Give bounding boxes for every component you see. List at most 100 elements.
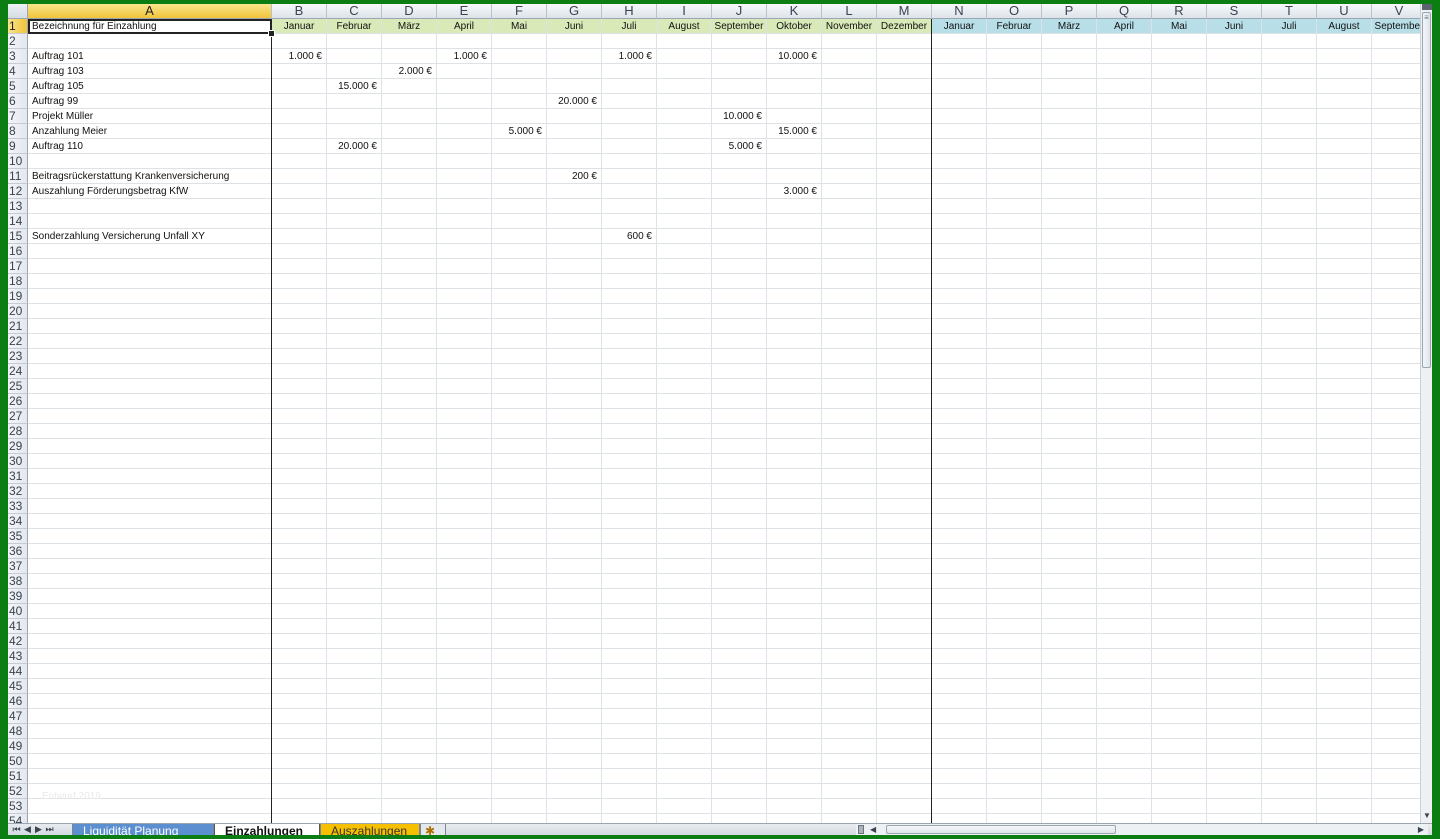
grid-cell[interactable]	[1042, 154, 1097, 169]
grid-cell[interactable]	[437, 649, 492, 664]
grid-cell[interactable]	[1042, 559, 1097, 574]
grid-cell[interactable]	[492, 709, 547, 724]
grid-cell[interactable]	[602, 259, 657, 274]
grid-cell[interactable]	[1372, 94, 1420, 109]
grid-cell[interactable]	[932, 724, 987, 739]
grid-cell[interactable]	[767, 784, 822, 799]
grid-cell[interactable]	[492, 64, 547, 79]
grid-cell[interactable]	[657, 604, 712, 619]
grid-cell[interactable]	[1042, 439, 1097, 454]
grid-cell[interactable]	[1262, 439, 1317, 454]
grid-cell[interactable]	[437, 739, 492, 754]
grid-cell[interactable]	[1207, 334, 1262, 349]
grid-cell[interactable]	[437, 229, 492, 244]
grid-cell[interactable]	[657, 409, 712, 424]
grid-cell[interactable]	[1207, 184, 1262, 199]
grid-cell[interactable]	[272, 229, 327, 244]
grid-cell[interactable]	[327, 754, 382, 769]
grid-cell[interactable]	[437, 334, 492, 349]
grid-cell[interactable]	[272, 694, 327, 709]
grid-cell[interactable]	[1317, 364, 1372, 379]
grid-cell[interactable]	[712, 229, 767, 244]
grid-cell[interactable]	[657, 499, 712, 514]
grid-cell[interactable]	[712, 244, 767, 259]
grid-cell[interactable]	[602, 94, 657, 109]
grid-cell[interactable]	[1207, 79, 1262, 94]
grid-cell[interactable]	[437, 814, 492, 823]
grid-cell[interactable]	[822, 94, 877, 109]
grid-cell[interactable]	[437, 559, 492, 574]
grid-cell[interactable]	[1262, 799, 1317, 814]
grid-cell[interactable]	[877, 724, 932, 739]
grid-cell[interactable]	[602, 154, 657, 169]
grid-cell[interactable]	[822, 229, 877, 244]
grid-cell[interactable]	[547, 784, 602, 799]
grid-cell[interactable]	[767, 469, 822, 484]
grid-cell[interactable]	[987, 229, 1042, 244]
grid-cell[interactable]	[1317, 574, 1372, 589]
grid-cell[interactable]	[547, 259, 602, 274]
grid-cell[interactable]	[547, 679, 602, 694]
grid-cell[interactable]	[767, 289, 822, 304]
grid-cell[interactable]	[437, 424, 492, 439]
grid-cell[interactable]	[877, 169, 932, 184]
row-header[interactable]: 42	[8, 634, 28, 649]
grid-cell[interactable]	[1262, 619, 1317, 634]
grid-cell[interactable]	[932, 109, 987, 124]
grid-cell[interactable]	[547, 754, 602, 769]
grid-cell[interactable]	[987, 199, 1042, 214]
grid-cell[interactable]	[1152, 379, 1207, 394]
scroll-down-icon[interactable]: ▼	[1422, 811, 1432, 821]
grid-cell[interactable]	[987, 79, 1042, 94]
grid-cell[interactable]	[657, 724, 712, 739]
grid-cell[interactable]	[657, 589, 712, 604]
row-header[interactable]: 46	[8, 694, 28, 709]
grid-cell[interactable]	[822, 349, 877, 364]
grid-cell[interactable]	[877, 799, 932, 814]
grid-cell[interactable]	[1042, 49, 1097, 64]
row-header[interactable]: 48	[8, 724, 28, 739]
grid-cell[interactable]	[1207, 349, 1262, 364]
grid-cell[interactable]	[1042, 754, 1097, 769]
grid-cell[interactable]	[822, 499, 877, 514]
grid-cell[interactable]	[712, 169, 767, 184]
grid-cell[interactable]	[382, 139, 437, 154]
grid-cell[interactable]	[437, 769, 492, 784]
grid-cell[interactable]	[28, 649, 272, 664]
grid-cell[interactable]	[1207, 274, 1262, 289]
grid-cell[interactable]	[1042, 64, 1097, 79]
grid-cell[interactable]	[987, 799, 1042, 814]
grid-cell[interactable]	[547, 124, 602, 139]
grid-cell[interactable]	[1207, 679, 1262, 694]
grid-cell[interactable]	[272, 139, 327, 154]
grid-cell[interactable]	[327, 634, 382, 649]
grid-cell[interactable]	[1207, 169, 1262, 184]
grid-cell[interactable]	[1152, 619, 1207, 634]
grid-cell[interactable]	[877, 319, 932, 334]
grid-cell[interactable]	[767, 694, 822, 709]
grid-cell[interactable]	[657, 49, 712, 64]
grid-cell[interactable]	[1097, 799, 1152, 814]
grid-cell[interactable]	[1152, 769, 1207, 784]
grid-cell[interactable]	[28, 424, 272, 439]
grid-cell[interactable]	[1042, 484, 1097, 499]
grid-cell[interactable]	[602, 109, 657, 124]
grid-cell[interactable]	[382, 349, 437, 364]
grid-cell[interactable]	[877, 304, 932, 319]
grid-cell[interactable]	[1372, 514, 1420, 529]
grid-cell[interactable]	[1207, 394, 1262, 409]
grid-cell[interactable]	[1207, 649, 1262, 664]
grid-cell[interactable]	[327, 229, 382, 244]
grid-cell[interactable]	[1152, 469, 1207, 484]
grid-cell[interactable]	[602, 199, 657, 214]
grid-cell[interactable]	[28, 754, 272, 769]
grid-cell[interactable]	[932, 169, 987, 184]
grid-cell[interactable]	[822, 199, 877, 214]
grid-cell[interactable]	[547, 364, 602, 379]
grid-cell[interactable]	[1207, 49, 1262, 64]
grid-cell[interactable]	[1042, 34, 1097, 49]
grid-cell[interactable]	[272, 319, 327, 334]
grid-cell[interactable]	[1372, 319, 1420, 334]
grid-cell[interactable]	[1317, 169, 1372, 184]
month-header-cell[interactable]: Mai	[1152, 19, 1207, 34]
